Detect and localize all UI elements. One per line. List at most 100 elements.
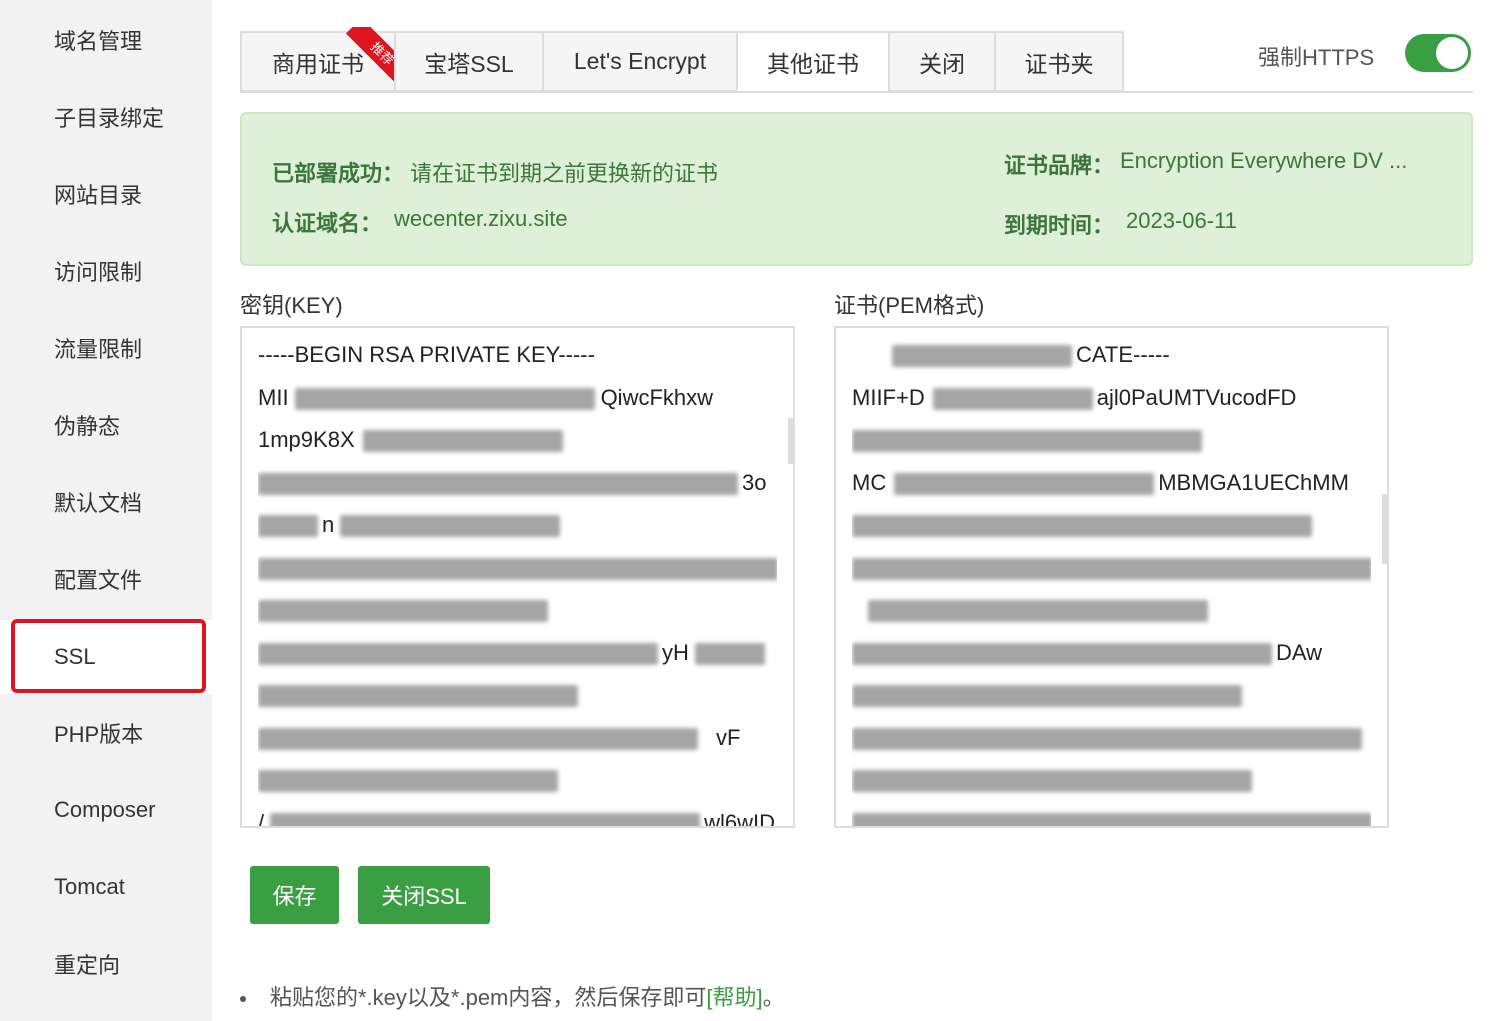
bullet-icon <box>240 996 246 1003</box>
tab-label: 宝塔SSL <box>424 50 514 77</box>
key-line <box>258 759 777 802</box>
tab-cert-folder[interactable]: 证书夹 <box>994 31 1124 92</box>
sidebar-item-access[interactable]: 访问限制 <box>0 241 212 301</box>
help-link[interactable]: [帮助] <box>706 985 762 1010</box>
cert-line: MC MBMGA1UEChMM <box>852 462 1371 505</box>
expiry-value: 2023-06-11 <box>1126 208 1237 233</box>
key-line: n <box>258 504 777 547</box>
tab-other-cert[interactable]: 其他证书 <box>736 31 888 92</box>
cert-line-tail: ajl0PaUMTVucodFD <box>1096 384 1297 410</box>
highlight-box <box>11 619 206 693</box>
tab-label: 关闭 <box>919 50 965 77</box>
cert-line <box>852 674 1371 717</box>
key-field-label: 密钥(KEY) <box>240 293 343 318</box>
cert-line <box>852 504 1371 547</box>
toggle-knob <box>1436 37 1468 69</box>
key-line: 1mp9K8X <box>258 419 777 462</box>
tab-label: 商用证书 <box>272 50 364 77</box>
key-line: MII QiwcFkhxw <box>258 377 777 420</box>
tabs-divider <box>240 91 1473 93</box>
main-panel: 商用证书 推荐 宝塔SSL Let's Encrypt 其他证书 关闭 证书夹 … <box>212 0 1500 1021</box>
sidebar-item-ssl[interactable]: SSL <box>0 619 212 694</box>
key-line-tail: wl6wID <box>704 809 776 828</box>
brand-label: 证书品牌： <box>1004 153 1115 178</box>
sidebar-item-config[interactable]: 配置文件 <box>0 549 212 609</box>
ssl-status-panel: 已部署成功： 请在证书到期之前更换新的证书 认证域名： wecenter.zix… <box>240 112 1473 266</box>
sidebar-item-label: 访问限制 <box>54 260 143 285</box>
sidebar-item-label: 域名管理 <box>54 29 143 54</box>
tab-commercial[interactable]: 商用证书 推荐 <box>240 27 402 92</box>
sidebar-item-label: 流量限制 <box>54 337 143 362</box>
certificate-textarea[interactable]: CATE----- MIIF+D ajl0PaUMTVucodFD MC MBMGA… <box>834 326 1389 828</box>
cert-line: CATE----- <box>852 334 1371 377</box>
key-line: yH <box>258 632 777 675</box>
key-line-text: / <box>258 809 265 828</box>
sidebar-item-subdir[interactable]: 子目录绑定 <box>0 87 212 147</box>
sidebar-item-redirect[interactable]: 重定向 <box>0 934 212 994</box>
sidebar-item-label: Composer <box>54 797 156 822</box>
cert-line-text: CATE----- <box>1076 342 1170 367</box>
sidebar-item-label: 配置文件 <box>54 568 143 593</box>
expiry-label: 到期时间： <box>1004 213 1115 238</box>
scrollbar[interactable] <box>1382 494 1387 564</box>
tip-text: 粘贴您的*.key以及*.pem内容，然后保存即可 <box>270 985 707 1010</box>
help-tip: 粘贴您的*.key以及*.pem内容，然后保存即可[帮助]。 <box>240 980 785 1012</box>
sidebar-item-label: 子目录绑定 <box>54 106 165 131</box>
key-line: 3o <box>258 462 777 505</box>
private-key-textarea[interactable]: -----BEGIN RSA PRIVATE KEY----- MII QiwcF… <box>240 326 795 828</box>
force-https-toggle[interactable] <box>1405 34 1471 72</box>
key-line <box>258 547 777 590</box>
cert-line-text: MC <box>852 469 887 495</box>
save-button[interactable]: 保存 <box>250 866 339 924</box>
sidebar-item-label: 网站目录 <box>54 183 143 208</box>
cert-line <box>852 759 1371 802</box>
sidebar-item-label: PHP版本 <box>54 722 144 747</box>
cert-line <box>852 547 1371 590</box>
close-ssl-button[interactable]: 关闭SSL <box>358 866 490 924</box>
scrollbar[interactable] <box>788 418 793 464</box>
key-line-text: MII <box>258 384 289 410</box>
tab-letsencrypt[interactable]: Let's Encrypt <box>542 31 736 92</box>
deploy-status-text: 请在证书到期之前更换新的证书 <box>410 161 719 186</box>
cert-line <box>852 589 1371 632</box>
sidebar: 域名管理 子目录绑定 网站目录 访问限制 流量限制 伪静态 默认文档 配置文件 … <box>0 0 212 1021</box>
ssl-tabs: 商用证书 推荐 宝塔SSL Let's Encrypt 其他证书 关闭 证书夹 <box>240 27 1124 92</box>
cert-line-tail: DAw <box>1276 639 1323 665</box>
tab-label: 其他证书 <box>767 50 859 77</box>
domain-value: wecenter.zixu.site <box>394 206 568 231</box>
key-line: / wl6wID <box>258 802 777 828</box>
key-line-text: 1mp9K8X <box>258 427 355 452</box>
tab-close[interactable]: 关闭 <box>888 31 994 92</box>
sidebar-item-tomcat[interactable]: Tomcat <box>0 857 212 917</box>
force-https-label: 强制HTTPS <box>1258 45 1375 70</box>
key-line-tail: n <box>322 512 335 537</box>
cert-line <box>852 802 1371 826</box>
brand-value: Encryption Everywhere DV ... <box>1120 148 1408 173</box>
key-line-tail: 3o <box>742 469 767 495</box>
key-line: vF <box>258 717 777 760</box>
cert-line <box>852 717 1371 760</box>
key-line-tail: QiwcFkhxw <box>600 384 714 410</box>
key-line-tail: vF <box>716 724 741 750</box>
sidebar-item-composer[interactable]: Composer <box>0 780 212 840</box>
sidebar-item-domain[interactable]: 域名管理 <box>0 10 212 70</box>
cert-field-label: 证书(PEM格式) <box>834 293 985 318</box>
sidebar-item-php[interactable]: PHP版本 <box>0 703 212 763</box>
cert-line <box>852 419 1371 462</box>
deploy-status-label: 已部署成功： <box>272 161 405 186</box>
sidebar-item-label: 重定向 <box>54 953 121 978</box>
cert-line: MIIF+D ajl0PaUMTVucodFD <box>852 377 1371 420</box>
tab-baota-ssl[interactable]: 宝塔SSL <box>394 31 542 92</box>
key-line-text: -----BEGIN RSA PRIVATE KEY----- <box>258 342 595 367</box>
cert-line-tail: MBMGA1UEChMM <box>1158 469 1349 495</box>
sidebar-item-traffic[interactable]: 流量限制 <box>0 318 212 378</box>
tip-end: 。 <box>762 985 785 1010</box>
cert-line-text: MIIF+D <box>852 384 925 410</box>
sidebar-item-site-dir[interactable]: 网站目录 <box>0 164 212 224</box>
key-line: -----BEGIN RSA PRIVATE KEY----- <box>258 334 777 377</box>
sidebar-item-label: SSL <box>54 644 96 669</box>
tab-label: 证书夹 <box>1024 50 1094 77</box>
sidebar-item-default-doc[interactable]: 默认文档 <box>0 472 212 532</box>
sidebar-item-rewrite[interactable]: 伪静态 <box>0 395 212 455</box>
key-line <box>258 674 777 717</box>
